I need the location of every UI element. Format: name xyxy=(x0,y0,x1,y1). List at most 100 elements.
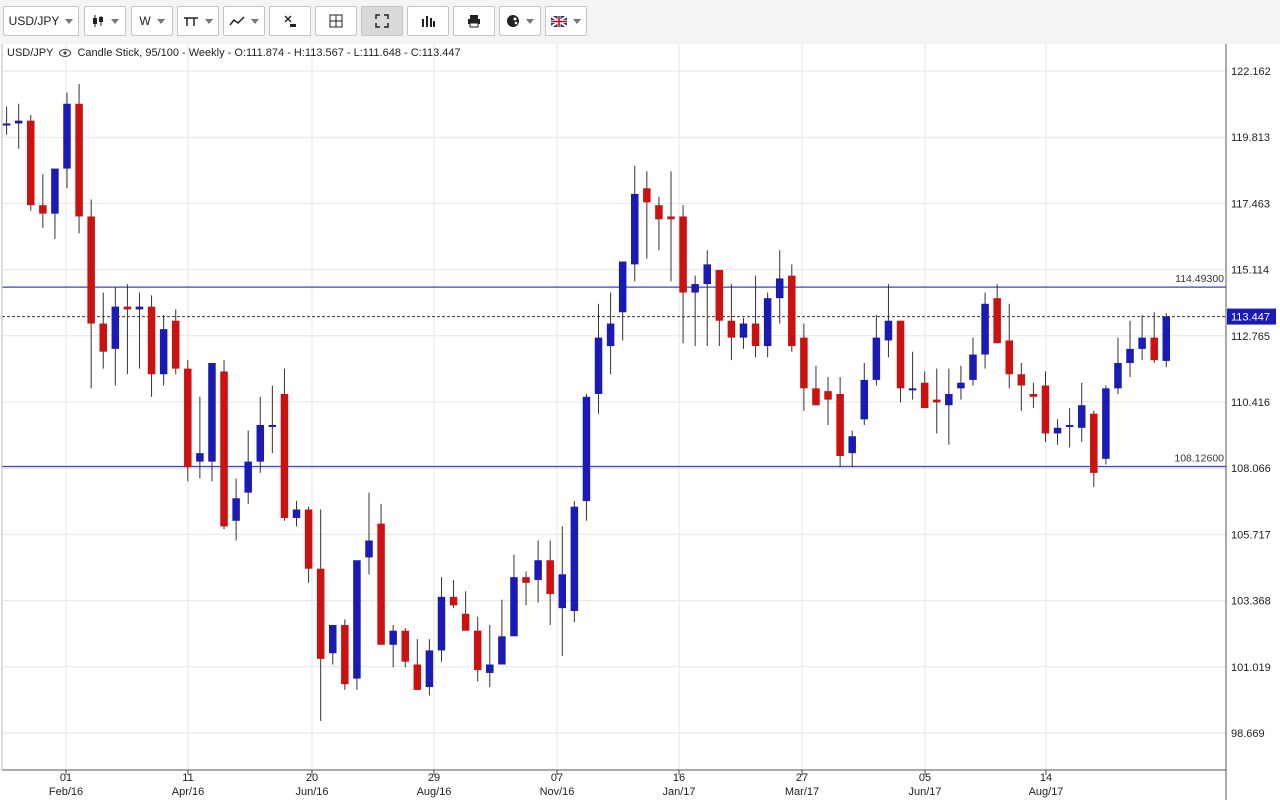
time-tick-day: 27 xyxy=(796,772,808,784)
candle-body-up xyxy=(425,650,434,688)
candle-body-down xyxy=(473,630,482,671)
candle-body-down xyxy=(812,388,820,406)
candle-body-down xyxy=(546,560,554,595)
candle-body-up xyxy=(159,329,168,375)
price-tick-label: 122.162 xyxy=(1231,66,1271,78)
candle-body-up xyxy=(582,396,591,502)
candle-body-down xyxy=(800,337,808,389)
candle-body-up xyxy=(969,354,977,380)
candle-body-down xyxy=(933,399,941,403)
candle-body-up xyxy=(389,630,397,645)
candle-body-up xyxy=(14,120,23,124)
candle-body-down xyxy=(377,523,385,645)
candle-body-down xyxy=(836,393,844,456)
candle-body-down xyxy=(341,625,349,685)
current-price-label: 113.447 xyxy=(1231,312,1270,324)
candlestick-chart[interactable]: 114.49300 108.12600 122.162 119.813 117.463… xyxy=(0,0,1280,800)
time-tick-month: Aug/17 xyxy=(1029,786,1064,798)
candle-body-up xyxy=(739,323,748,338)
candle-body-down xyxy=(715,269,724,321)
candle-body-up xyxy=(1138,337,1146,349)
candle-body-up xyxy=(244,461,252,493)
candle-body-down xyxy=(643,188,651,203)
time-tick-month: Jun/16 xyxy=(295,786,328,798)
time-tick-month: Apr/16 xyxy=(172,786,204,798)
candle-body-up xyxy=(51,168,59,214)
candle-body-down xyxy=(87,216,95,324)
time-tick-day: 05 xyxy=(919,772,931,784)
price-tick-label: 110.416 xyxy=(1231,397,1270,409)
candle-body-up xyxy=(486,664,494,673)
candle-body-up xyxy=(365,540,373,558)
legend-description: Candle Stick, 95/100 - Weekly - O:111.87… xyxy=(77,47,461,59)
time-tick-day: 29 xyxy=(428,772,440,784)
candle-body-down xyxy=(751,323,760,347)
time-tick-month: Nov/16 xyxy=(540,786,575,798)
candle-body-up xyxy=(594,337,603,394)
candle-body-down xyxy=(655,205,663,220)
price-tick-label: 115.114 xyxy=(1231,265,1269,277)
candle-body-up xyxy=(631,193,639,265)
candle-body-up xyxy=(256,424,265,462)
candle-body-down xyxy=(39,205,47,214)
candle-body-up xyxy=(498,636,506,665)
candle-body-down xyxy=(727,320,736,338)
candle-body-up xyxy=(1053,427,1062,434)
candle-body-down xyxy=(171,320,180,369)
level-label: 114.49300 xyxy=(1175,273,1224,285)
candle-body-down xyxy=(824,391,832,400)
candle-body-down xyxy=(1150,337,1158,361)
candle-body-up xyxy=(1162,316,1171,361)
candle-body-up xyxy=(63,103,71,169)
candle-body-up xyxy=(606,323,615,347)
time-tick-day: 01 xyxy=(60,772,72,784)
legend-symbol: USD/JPY xyxy=(7,47,54,59)
candle-body-down xyxy=(99,323,107,352)
candle-body-up xyxy=(232,498,240,521)
price-tick-label: 105.717 xyxy=(1231,529,1271,541)
candle-body-up xyxy=(691,284,699,293)
candle-body-up xyxy=(196,453,204,462)
time-tick-month: Jun/17 xyxy=(908,786,941,798)
time-tick-month: Feb/16 xyxy=(49,786,83,798)
price-tick-label: 117.463 xyxy=(1231,198,1270,210)
time-tick-month: Jan/17 xyxy=(662,786,695,798)
candle-body-up xyxy=(1126,348,1134,363)
candle-body-up xyxy=(957,382,965,389)
candle-body-up xyxy=(570,506,579,611)
candle-body-up xyxy=(558,574,567,609)
candle-body-up xyxy=(437,596,446,651)
price-tick-label: 112.765 xyxy=(1231,331,1270,343)
candle-body-up xyxy=(510,577,518,637)
price-tags: 113.447 xyxy=(1227,308,1276,325)
candle-body-down xyxy=(401,630,409,662)
time-tick-day: 16 xyxy=(673,772,685,784)
candle-body-up xyxy=(111,306,120,349)
candle-body-up xyxy=(981,303,989,355)
candle-body-down xyxy=(993,298,1001,344)
candle-body-up xyxy=(1102,388,1110,459)
candle-body-down xyxy=(896,320,905,389)
candle-body-down xyxy=(184,368,192,468)
candle-body-up xyxy=(208,362,216,462)
candle-body-up xyxy=(2,123,11,126)
time-tick-month: Mar/17 xyxy=(785,786,819,798)
candle-body-down xyxy=(788,275,796,347)
candle-body-down xyxy=(1029,393,1038,397)
price-tick-label: 103.368 xyxy=(1231,596,1271,608)
time-tick-day: 20 xyxy=(306,772,318,784)
candle-body-up xyxy=(618,261,627,313)
eye-icon[interactable] xyxy=(59,49,72,57)
candle-body-up xyxy=(848,436,856,454)
candle-body-down xyxy=(280,393,289,518)
time-tick-day: 11 xyxy=(182,772,193,784)
candle-body-up xyxy=(763,298,772,347)
candle-body-down xyxy=(1090,413,1098,473)
candle-body-up xyxy=(703,264,711,285)
chart-background xyxy=(0,44,1280,800)
candle-body-down xyxy=(413,664,422,690)
candle-body-up xyxy=(268,424,277,427)
candle-body-up xyxy=(775,278,784,299)
price-tick-label: 119.813 xyxy=(1231,132,1270,144)
candle-body-up xyxy=(1114,362,1122,389)
